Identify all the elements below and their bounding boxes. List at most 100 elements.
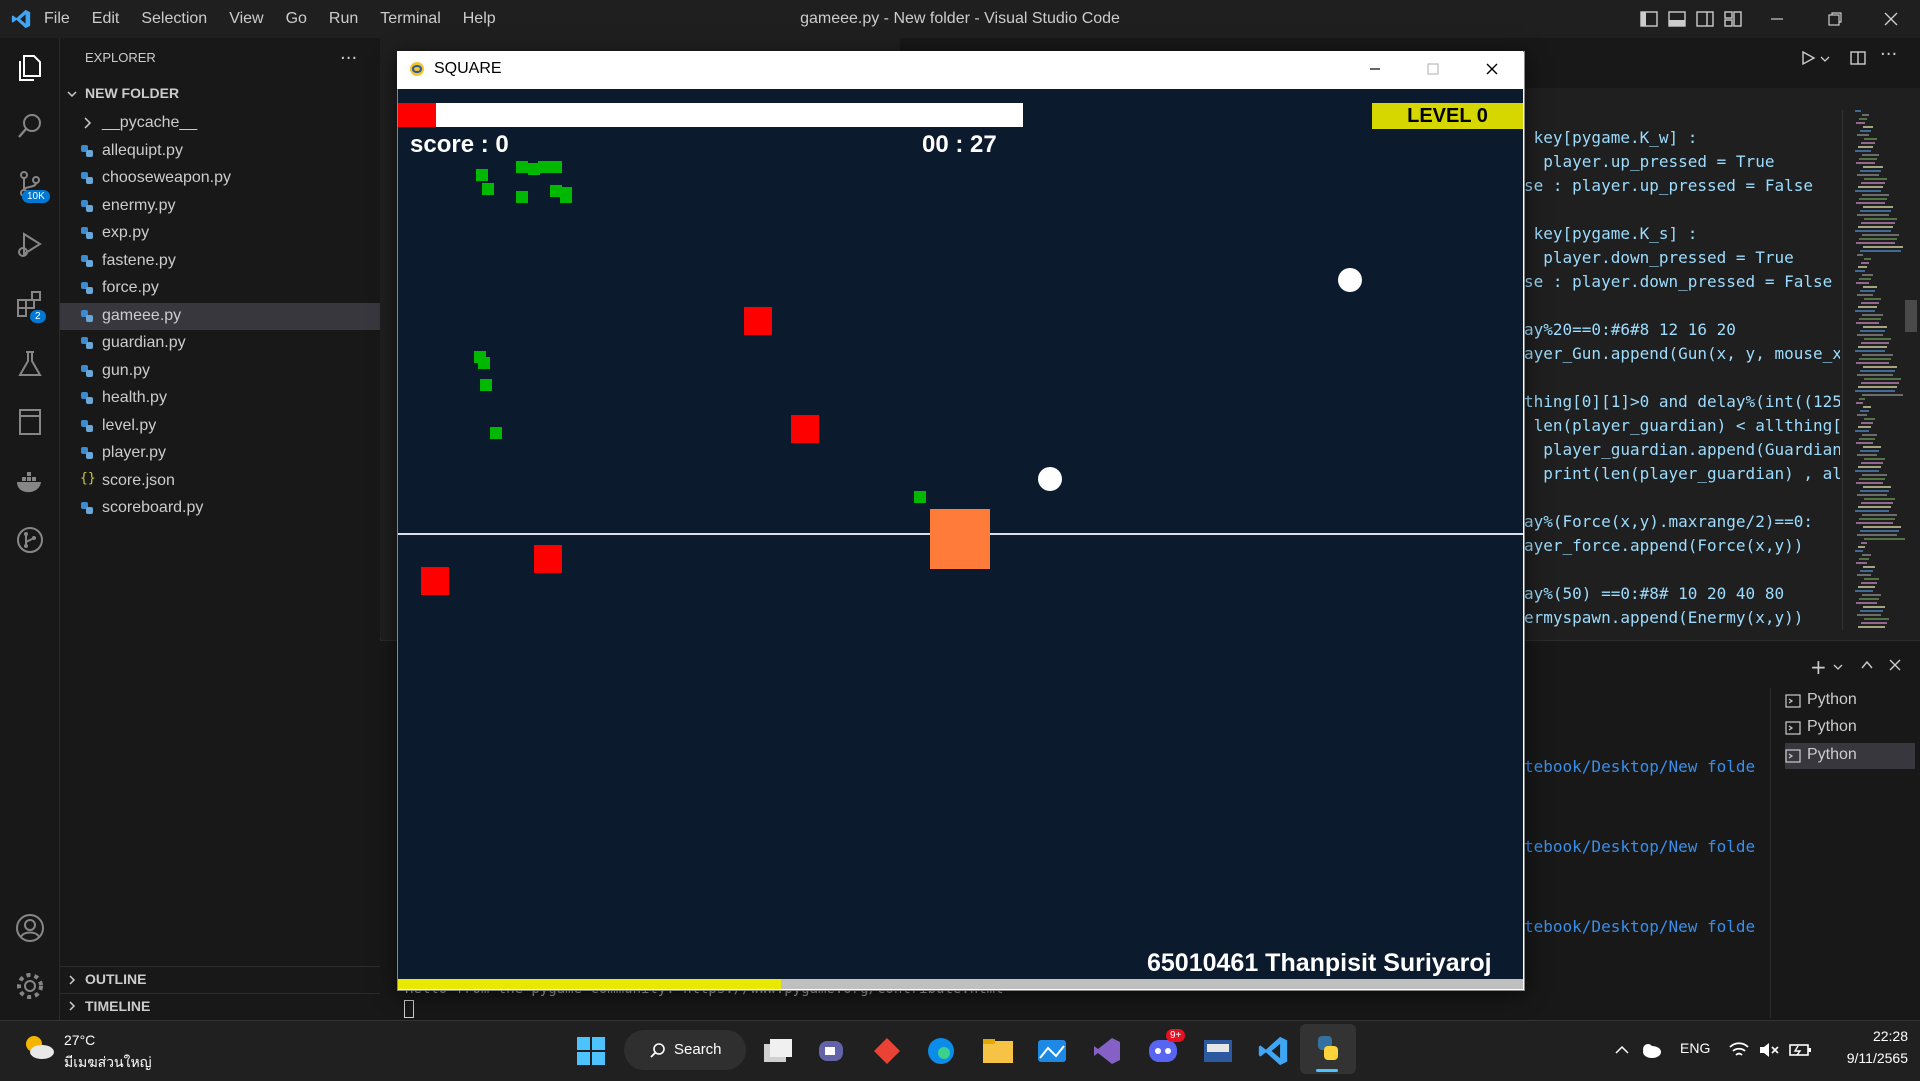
- photos-app-icon[interactable]: [1036, 1036, 1068, 1066]
- file-item[interactable]: guardian.py: [60, 330, 380, 357]
- chevron-right-icon[interactable]: [66, 1000, 78, 1012]
- code-line: player.up_pressed = True: [1524, 152, 1775, 171]
- divider: [1770, 688, 1771, 1018]
- onedrive-cloud-icon[interactable]: [1640, 1040, 1662, 1060]
- file-item[interactable]: fastene.py: [60, 248, 380, 275]
- chevron-down-icon[interactable]: [1820, 54, 1830, 64]
- game-minimize-icon[interactable]: [1368, 62, 1382, 76]
- visual-studio-icon[interactable]: [1092, 1036, 1122, 1066]
- app-red-diamond-icon[interactable]: [872, 1036, 902, 1066]
- file-item[interactable]: level.py: [60, 413, 380, 440]
- file-item[interactable]: allequipt.py: [60, 138, 380, 165]
- devcpp-icon[interactable]: [1202, 1036, 1234, 1066]
- weather-temp[interactable]: 27°C: [64, 1032, 95, 1048]
- weather-cloud-icon[interactable]: [22, 1032, 56, 1062]
- explorer-more-actions-icon[interactable]: ···: [340, 48, 357, 69]
- active-indicator: [1316, 1069, 1338, 1072]
- minimap[interactable]: [1855, 110, 1905, 630]
- python-taskbar-item[interactable]: [1300, 1024, 1356, 1074]
- terminal-tab[interactable]: Python: [1785, 715, 1915, 741]
- pygame-snake-icon: [410, 62, 424, 76]
- code-editor[interactable]: key[pygame.K_w] : player.up_pressed = Tr…: [1524, 126, 1840, 630]
- clock-time[interactable]: 22:28: [1818, 1028, 1908, 1044]
- game-window-titlebar[interactable]: [397, 51, 1523, 89]
- file-item[interactable]: {} score.json: [60, 468, 380, 495]
- toggle-sidebar-icon[interactable]: [1640, 10, 1658, 28]
- terminal-tab-active[interactable]: Python: [1785, 743, 1915, 769]
- chevron-up-icon[interactable]: [1614, 1042, 1630, 1058]
- menu-selection[interactable]: Selection: [141, 10, 207, 28]
- terminal-tab-label: Python: [1807, 718, 1857, 735]
- close-icon[interactable]: [1882, 10, 1900, 28]
- maximize-panel-icon[interactable]: [1860, 658, 1874, 672]
- customize-layout-icon[interactable]: [1724, 10, 1742, 28]
- terminal-tab[interactable]: Python: [1785, 688, 1915, 714]
- file-item-selected[interactable]: gameee.py: [60, 302, 380, 330]
- chevron-down-icon[interactable]: [1833, 662, 1843, 672]
- taskbar-search[interactable]: Search: [624, 1030, 746, 1070]
- file-item[interactable]: chooseweapon.py: [60, 165, 380, 192]
- windows-start-icon[interactable]: [576, 1036, 606, 1066]
- editor-scrollbar-thumb[interactable]: [1905, 300, 1917, 332]
- file-item[interactable]: gun.py: [60, 358, 380, 385]
- run-file-icon[interactable]: [1800, 50, 1816, 66]
- close-panel-icon[interactable]: [1888, 658, 1902, 672]
- divider: [60, 966, 380, 967]
- game-close-icon[interactable]: [1485, 62, 1499, 76]
- game-canvas[interactable]: LEVEL 0 score : 0 00 : 27 65010461 Thanp…: [398, 89, 1523, 989]
- remote-explorer-icon[interactable]: [14, 406, 46, 438]
- explorer-icon[interactable]: [14, 52, 46, 84]
- menu-help[interactable]: Help: [463, 10, 496, 28]
- explorer-title: EXPLORER: [85, 50, 156, 65]
- menu-run[interactable]: Run: [329, 10, 358, 28]
- split-editor-icon[interactable]: [1850, 50, 1866, 66]
- menu-view[interactable]: View: [229, 10, 263, 28]
- toggle-panel-icon[interactable]: [1668, 10, 1686, 28]
- file-item[interactable]: exp.py: [60, 220, 380, 247]
- file-item[interactable]: health.py: [60, 385, 380, 412]
- folder-header[interactable]: NEW FOLDER: [85, 85, 179, 101]
- search-icon[interactable]: [14, 110, 46, 142]
- git-graph-icon[interactable]: [14, 524, 46, 556]
- edge-browser-icon[interactable]: [926, 1036, 956, 1066]
- toggle-secondary-sidebar-icon[interactable]: [1696, 10, 1714, 28]
- health-bar-track: [398, 103, 1023, 127]
- outline-section[interactable]: OUTLINE: [85, 971, 146, 987]
- weather-desc[interactable]: มีเมฆส่วนใหญ่: [64, 1052, 152, 1074]
- json-file-icon: {}: [80, 470, 96, 486]
- file-item[interactable]: scoreboard.py: [60, 495, 380, 522]
- vscode-taskbar-icon[interactable]: [1256, 1034, 1290, 1068]
- file-item[interactable]: __pycache__: [60, 110, 380, 137]
- volume-muted-icon[interactable]: [1758, 1040, 1780, 1060]
- settings-gear-icon[interactable]: [14, 970, 46, 1002]
- accounts-icon[interactable]: [14, 912, 46, 944]
- player-square[interactable]: [930, 509, 990, 569]
- run-debug-icon[interactable]: [14, 228, 46, 260]
- file-item[interactable]: player.py: [60, 440, 380, 467]
- restore-icon[interactable]: [1826, 10, 1844, 28]
- timeline-section[interactable]: TIMELINE: [85, 998, 150, 1014]
- minimize-icon[interactable]: [1768, 10, 1786, 28]
- wifi-icon[interactable]: [1728, 1040, 1750, 1060]
- clock-date[interactable]: 9/11/2565: [1818, 1050, 1908, 1066]
- new-terminal-icon[interactable]: +: [1810, 655, 1827, 679]
- menu-terminal[interactable]: Terminal: [380, 10, 440, 28]
- menu-file[interactable]: File: [44, 10, 70, 28]
- file-label: __pycache__: [102, 114, 198, 131]
- chevron-down-icon[interactable]: [66, 88, 78, 100]
- docker-icon[interactable]: [14, 466, 46, 498]
- file-explorer-icon[interactable]: [982, 1038, 1014, 1064]
- file-item[interactable]: enermy.py: [60, 193, 380, 220]
- teams-chat-icon[interactable]: [816, 1036, 848, 1066]
- game-maximize-icon[interactable]: [1426, 62, 1440, 76]
- code-line: se : player.up_pressed = False: [1524, 176, 1813, 195]
- battery-icon[interactable]: [1788, 1040, 1812, 1060]
- menu-edit[interactable]: Edit: [92, 10, 120, 28]
- language-indicator[interactable]: ENG: [1680, 1040, 1710, 1056]
- editor-more-actions-icon[interactable]: ···: [1880, 44, 1897, 65]
- menu-go[interactable]: Go: [286, 10, 307, 28]
- file-item[interactable]: force.py: [60, 275, 380, 302]
- task-view-icon[interactable]: [762, 1036, 794, 1066]
- testing-flask-icon[interactable]: [14, 348, 46, 380]
- chevron-right-icon[interactable]: [66, 974, 78, 986]
